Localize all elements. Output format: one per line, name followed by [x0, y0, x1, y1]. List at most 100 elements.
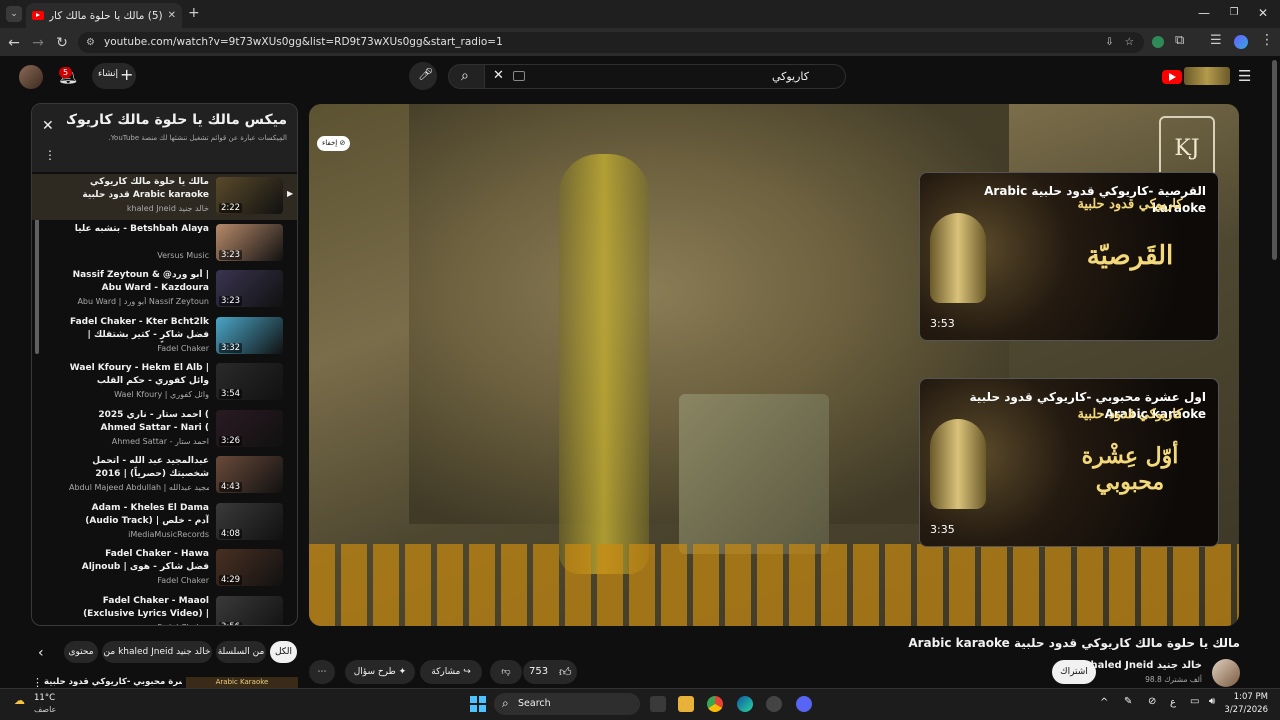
playlist-item[interactable]: 3:23 Nassif Zeytoun & @أبو ورد | Abu Ward… [32, 267, 297, 313]
playlist-item-thumbnail: 3:23 [216, 223, 283, 261]
end-card-art-subtitle: كاريوكي قدود حلبية [1077, 407, 1183, 422]
tray-app-icon[interactable]: ✎ [1124, 696, 1132, 707]
playlist-item-thumbnail: 4:43 [216, 456, 283, 493]
end-card-1[interactable]: القرصية -كاريوكي قدود حلبية Arabic karao… [919, 172, 1219, 341]
next-item-thumbnail[interactable]: Arabic Karaoke [186, 677, 298, 688]
extensions-puzzle-icon[interactable]: ⧉ [1175, 33, 1184, 48]
playlist-item[interactable]: 4:29 Fadel Chaker - Hawa Aljnoub | فضل شا… [32, 546, 297, 592]
active-tab[interactable]: (5) مالك يا حلوة مالك كاريوكي ق ✕ [26, 3, 182, 28]
playlist-item-title: Fadel Chaker - Kter Bcht2lk | فضل شاكر -… [69, 316, 209, 340]
like-button[interactable]: 753 👍︎ [523, 660, 577, 684]
share-button[interactable]: مشاركة ↪ [420, 660, 482, 684]
minimize-icon[interactable]: — [1197, 6, 1211, 20]
maximize-icon[interactable]: ❐ [1227, 6, 1241, 20]
forward-icon[interactable]: → [30, 35, 46, 51]
extension-shield-icon[interactable] [1152, 36, 1164, 48]
playlist-item-duration: 4:08 [219, 528, 243, 539]
windows-start-icon[interactable] [470, 696, 486, 712]
playlist-item-duration: 3:26 [219, 435, 243, 446]
dislike-button[interactable]: 👎︎ [490, 660, 522, 684]
search-input[interactable]: ✕ كاريوكي [484, 64, 846, 89]
tray-mic-off-icon[interactable]: ⊘ [1148, 696, 1156, 707]
create-label: إنشاء [98, 69, 119, 79]
channel-avatar[interactable] [1212, 659, 1240, 687]
chip-all[interactable]: الكل [270, 641, 297, 663]
reload-icon[interactable]: ↻ [54, 35, 70, 51]
keyboard-icon[interactable] [513, 71, 525, 81]
app-icon[interactable] [766, 696, 782, 712]
url-field[interactable]: ⚙ youtube.com/watch?v=9t73wXUs0gg&list=R… [78, 32, 1144, 53]
chip-content[interactable]: محتوى [64, 641, 98, 663]
network-icon[interactable]: ▭ [1190, 696, 1199, 707]
close-tab-icon[interactable]: ✕ [168, 10, 176, 21]
hide-button[interactable]: إخفاء ⊘ [317, 136, 351, 151]
discord-icon[interactable] [796, 696, 812, 712]
taskbar-search[interactable]: ⌕ Search [494, 693, 640, 715]
volume-icon[interactable]: 🔊︎ [1209, 696, 1215, 707]
reading-list-icon[interactable]: ☰ [1210, 33, 1222, 48]
hamburger-menu-icon[interactable]: ☰ [1238, 67, 1251, 85]
page-scrollbar[interactable] [1272, 60, 1277, 260]
tab-title: (5) مالك يا حلوة مالك كاريوكي ق [49, 9, 163, 22]
playlist-item[interactable]: ▶ 2:22 مالك يا حلوة مالك كاريوكي قدود حلبي… [32, 174, 297, 220]
language-indicator[interactable]: ع [1170, 697, 1176, 708]
playlist-item[interactable]: 3:26 احمد ستار - ناري 2025 ( Ahmed Sattar… [32, 407, 297, 453]
clock-time[interactable]: 1:07 PM [1230, 692, 1268, 702]
playlist-item-title: Adam - Kheles El Dama (Audio Track) | آد… [85, 502, 209, 526]
subscribe-button[interactable]: اشتراك [1052, 660, 1096, 684]
next-item-title[interactable]: اول عشرة محبوبي -كاريوكي قدود حلبية [44, 677, 182, 687]
chevron-left-icon[interactable]: ‹ [38, 645, 44, 661]
playlist-item[interactable]: 4:43 عبدالمجيد عبد الله - اتحمل شخصيتك (ح… [32, 453, 297, 499]
like-count: 753 [529, 666, 549, 677]
playlist-item-title: بتشبه عليا - Betshbah Alaya [74, 223, 209, 234]
share-arrow-icon: ↪ [463, 667, 471, 677]
microphone-art-icon [930, 213, 986, 303]
youtube-logo-icon[interactable] [1162, 70, 1182, 84]
playlist-item[interactable]: 3:32 Fadel Chaker - Kter Bcht2lk | فضل شا… [32, 314, 297, 360]
voice-search-button[interactable]: 🎤︎ [409, 62, 437, 90]
tab-list-icon[interactable]: ⌄ [6, 6, 22, 22]
tray-chevron-icon[interactable]: ^ [1100, 697, 1108, 708]
channel-name[interactable]: khaled Jneid خالد جنيد [1084, 660, 1202, 671]
menu-dots-icon[interactable]: ⋮ [1260, 32, 1274, 48]
playlist-item[interactable]: 3:54 Wael Kfoury - Hekm El Alb | وائل كفو… [32, 360, 297, 406]
bookmark-star-icon[interactable]: ☆ [1125, 32, 1134, 53]
create-button[interactable]: إنشاء + [92, 63, 136, 89]
end-card-2[interactable]: اول عشرة محبوبي -كاريوكي قدود حلبية Arab… [919, 378, 1219, 547]
playlist-item-title: عبدالمجيد عبد الله - اتحمل شخصيتك (حصريا… [92, 456, 209, 479]
playlist-item-title: احمد ستار - ناري 2025 ( Ahmed Sattar - N… [98, 409, 209, 433]
playlist-item-thumbnail: 3:32 [216, 316, 283, 354]
weather-temp[interactable]: 11°C [34, 693, 55, 703]
avatar[interactable] [19, 65, 43, 89]
playlist-item[interactable]: 3:23 بتشبه عليا - Betshbah Alaya Versus Mu… [32, 221, 297, 267]
more-actions-button[interactable]: ⋯ [309, 660, 335, 684]
end-card-duration: 3:53 [930, 317, 955, 330]
chip-from-channel[interactable]: من khaled Jneid خالد جنيد [102, 641, 212, 663]
file-explorer-icon[interactable] [678, 696, 694, 712]
clear-search-icon[interactable]: ✕ [493, 68, 504, 83]
chrome-icon[interactable] [707, 696, 723, 712]
playlist-item[interactable]: 4:08 Adam - Kheles El Dama (Audio Track) … [32, 500, 297, 546]
close-window-icon[interactable]: ✕ [1256, 6, 1270, 20]
install-app-icon[interactable]: ⇩ [1105, 32, 1114, 53]
taskbar [0, 688, 1280, 720]
equalizer-bars-art [309, 544, 1239, 626]
playlist-menu-icon[interactable]: ⋮ [44, 148, 56, 162]
back-icon[interactable]: ← [6, 35, 22, 51]
playlist-item-thumbnail: 3:26 [216, 409, 283, 447]
close-playlist-icon[interactable]: ✕ [42, 118, 54, 134]
playlist-item-thumbnail: 3:23 [216, 270, 283, 307]
oil-bottle-art [559, 154, 649, 574]
ask-button[interactable]: طرح سؤال ✦ [345, 660, 415, 684]
hide-label: إخفاء [322, 139, 338, 147]
task-view-icon[interactable] [650, 696, 666, 712]
copilot-icon[interactable] [1234, 35, 1248, 49]
search-button[interactable]: ⌕ [448, 64, 486, 89]
chip-from-series[interactable]: من السلسلة [216, 641, 266, 663]
new-tab-icon[interactable]: + [188, 5, 200, 21]
site-info-icon[interactable]: ⚙ [86, 32, 95, 53]
end-card-art-title: أوّل عِشْرة محبوبي [1081, 443, 1179, 495]
playlist-item[interactable]: 3:56 Fadel Chaker - Maaol (Exclusive Lyri… [32, 593, 297, 625]
edge-icon[interactable] [737, 696, 753, 712]
playlist-item-thumbnail: 3:56 [216, 595, 283, 625]
